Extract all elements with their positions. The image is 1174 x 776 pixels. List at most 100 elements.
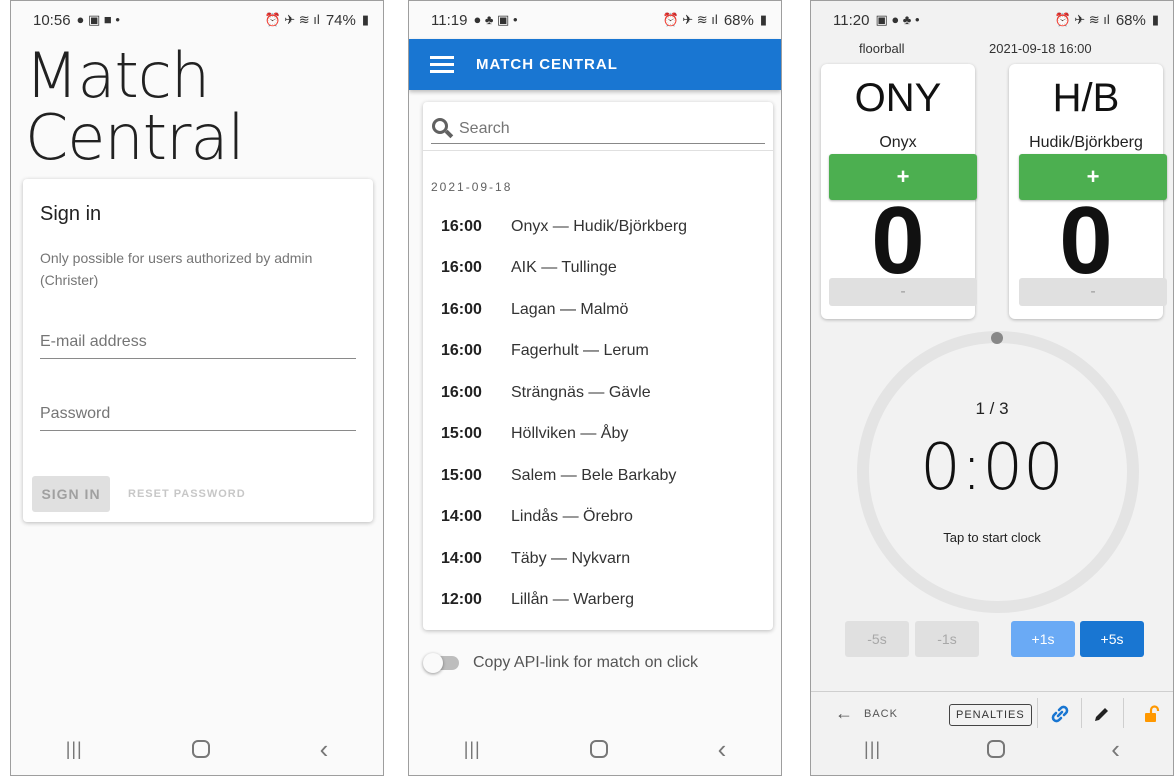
- away-team-name: Hudik/Björkberg: [1029, 134, 1143, 151]
- match-row[interactable]: 16:00 Onyx — Hudik/Björkberg: [423, 206, 773, 248]
- home-icon[interactable]: [987, 740, 1006, 758]
- api-link-toggle[interactable]: [423, 653, 461, 673]
- match-teams: Onyx — Hudik/Björkberg: [511, 217, 688, 235]
- search-icon: [431, 115, 454, 143]
- recents-icon[interactable]: |||: [864, 739, 881, 760]
- away-goal-minus-button[interactable]: -: [1019, 278, 1167, 306]
- minus-5s-button[interactable]: -5s: [845, 621, 909, 657]
- period-indicator: 1 / 3: [975, 399, 1009, 418]
- plus-1s-button[interactable]: +1s: [1011, 621, 1075, 657]
- app-title-line1: Match: [25, 39, 210, 112]
- match-teams: Lindås — Örebro: [511, 508, 633, 526]
- battery-icon: ▮: [1151, 12, 1159, 27]
- status-time: 11:19: [431, 11, 468, 29]
- game-clock[interactable]: 0:00: [811, 431, 1173, 505]
- notification-icons: ▣ ● ♣ •: [875, 12, 920, 27]
- search-field[interactable]: Search: [431, 114, 765, 144]
- signin-button[interactable]: SIGN IN: [32, 476, 110, 512]
- match-teams: Höllviken — Åby: [511, 425, 629, 443]
- app-title: Match Central: [25, 39, 245, 174]
- android-nav-bar: ||| ‹: [811, 723, 1173, 775]
- battery-icon: ▮: [759, 12, 767, 27]
- phone-screen-signin: 10:56 ● ▣ ■ • ⏰ ✈ ≋ ıl 74% ▮ Match Centr…: [10, 0, 384, 776]
- system-icons: ⏰ ✈ ≋ ıl: [662, 12, 718, 27]
- match-teams: Lillån — Warberg: [511, 591, 635, 609]
- divider: [423, 150, 773, 151]
- signin-card: Sign in Only possible for users authoriz…: [23, 179, 373, 522]
- home-icon[interactable]: [590, 740, 609, 758]
- android-nav-bar: ||| ‹: [409, 723, 781, 775]
- clock-progress-dot: [991, 332, 1003, 344]
- match-time: 15:00: [441, 466, 482, 484]
- menu-icon[interactable]: [430, 52, 454, 77]
- search-input[interactable]: Search: [459, 120, 510, 138]
- sport-label: floorball: [859, 41, 905, 56]
- battery-icon: ▮: [361, 12, 369, 27]
- minus-1s-button[interactable]: -1s: [915, 621, 979, 657]
- home-team-abbr: ONY: [854, 76, 942, 120]
- status-time: 10:56: [33, 11, 71, 29]
- match-time: 16:00: [441, 300, 482, 318]
- back-nav-icon[interactable]: ‹: [718, 734, 727, 765]
- match-time: 16:00: [441, 259, 482, 277]
- match-teams: Strängnäs — Gävle: [511, 383, 651, 401]
- match-row[interactable]: 15:00 Höllviken — Åby: [423, 414, 773, 456]
- match-time: 15:00: [441, 425, 482, 443]
- match-row[interactable]: 14:00 Lindås — Örebro: [423, 497, 773, 539]
- status-bar: 10:56 ● ▣ ■ • ⏰ ✈ ≋ ıl 74% ▮: [11, 1, 383, 39]
- home-team-name: Onyx: [879, 134, 917, 151]
- system-icons: ⏰ ✈ ≋ ıl: [1054, 12, 1110, 27]
- app-title-line2: Central: [25, 101, 245, 174]
- system-icons: ⏰ ✈ ≋ ıl: [264, 12, 320, 27]
- battery-percent: 68%: [1115, 11, 1146, 29]
- signin-title: Sign in: [40, 203, 102, 225]
- match-row[interactable]: 12:00 Lillån — Warberg: [423, 580, 773, 622]
- match-row[interactable]: 14:00 Täby — Nykvarn: [423, 538, 773, 580]
- match-time: 12:00: [441, 591, 482, 609]
- date-heading: 2021-09-18: [431, 180, 513, 194]
- status-time: 11:20: [833, 11, 870, 29]
- home-icon[interactable]: [192, 740, 211, 758]
- match-row[interactable]: 16:00 Lagan — Malmö: [423, 289, 773, 331]
- away-team-card: H/B Hudik/Björkberg + 0 -: [1009, 64, 1167, 319]
- match-list: 16:00 Onyx — Hudik/Björkberg 16:00 AIK — Tu…: [423, 206, 773, 621]
- match-meta: floorball 2021-09-18 16:00: [811, 41, 1173, 59]
- match-row[interactable]: 15:00 Salem — Bele Barkaby: [423, 455, 773, 497]
- match-teams: AIK — Tullinge: [511, 259, 617, 277]
- password-field[interactable]: Password: [40, 401, 356, 431]
- home-goal-minus-button[interactable]: -: [829, 278, 977, 306]
- match-teams: Lagan — Malmö: [511, 300, 629, 318]
- android-nav-bar: ||| ‹: [11, 723, 383, 775]
- match-row[interactable]: 16:00 Fagerhult — Lerum: [423, 331, 773, 373]
- status-bar: 11:19 ● ♣ ▣ • ⏰ ✈ ≋ ıl 68% ▮: [409, 1, 781, 39]
- api-link-toggle-row[interactable]: Copy API-link for match on click: [423, 653, 698, 673]
- phone-screen-scoreboard: 11:20 ▣ ● ♣ • ⏰ ✈ ≋ ıl 68% ▮ floorball 2…: [810, 0, 1174, 776]
- match-time: 16:00: [441, 217, 482, 235]
- match-row[interactable]: 16:00 AIK — Tullinge: [423, 248, 773, 290]
- match-time: 16:00: [441, 342, 482, 360]
- toggle-label: Copy API-link for match on click: [473, 654, 698, 671]
- arrow-left-icon: ←: [835, 703, 854, 723]
- match-datetime: 2021-09-18 16:00: [989, 41, 1092, 56]
- appbar-title: MATCH CENTRAL: [476, 56, 618, 73]
- recents-icon[interactable]: |||: [66, 739, 83, 760]
- match-teams: Salem — Bele Barkaby: [511, 466, 677, 484]
- status-bar: 11:20 ▣ ● ♣ • ⏰ ✈ ≋ ıl 68% ▮: [811, 1, 1173, 39]
- home-team-card: ONY Onyx + 0 -: [821, 64, 977, 319]
- back-button[interactable]: ← BACK: [835, 703, 898, 724]
- plus-5s-button[interactable]: +5s: [1080, 621, 1144, 657]
- reset-password-button[interactable]: RESET PASSWORD: [128, 476, 246, 512]
- back-label: BACK: [864, 707, 898, 720]
- match-time: 14:00: [441, 508, 482, 526]
- battery-percent: 74%: [325, 11, 356, 29]
- back-nav-icon[interactable]: ‹: [320, 734, 329, 765]
- battery-percent: 68%: [723, 11, 754, 29]
- email-field[interactable]: E-mail address: [40, 329, 356, 359]
- clock-hint: Tap to start clock: [943, 530, 1041, 545]
- match-time: 14:00: [441, 549, 482, 567]
- back-nav-icon[interactable]: ‹: [1111, 734, 1120, 765]
- match-list-card: Search 2021-09-18 16:00 Onyx — Hudik/Björ…: [423, 102, 773, 630]
- signin-description: Only possible for users authorized by ad…: [40, 250, 313, 288]
- match-row[interactable]: 16:00 Strängnäs — Gävle: [423, 372, 773, 414]
- recents-icon[interactable]: |||: [464, 739, 481, 760]
